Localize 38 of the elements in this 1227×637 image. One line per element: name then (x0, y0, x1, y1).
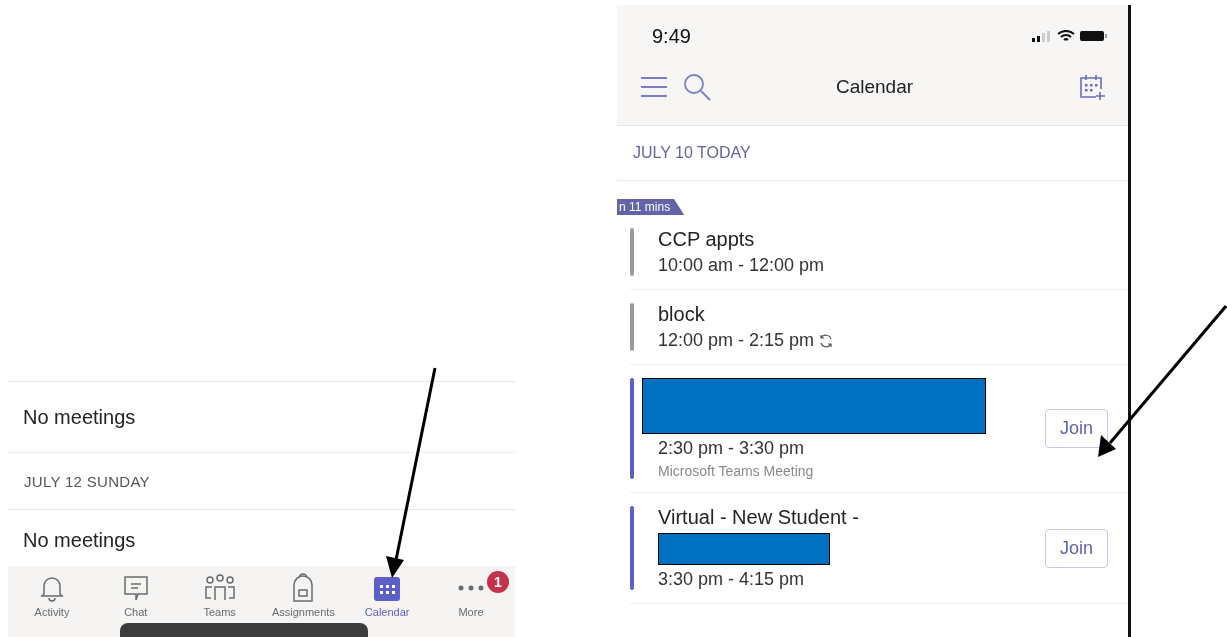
menu-icon[interactable] (641, 76, 667, 98)
event-time: 2:30 pm - 3:30 pm (658, 438, 805, 459)
event-row[interactable]: 2:30 pm - 3:30 pm Microsoft Teams Meeting Join (630, 365, 1128, 493)
empty-message: No meetings (22, 528, 137, 553)
battery-icon (1080, 30, 1108, 42)
event-time: 10:00 am - 12:00 pm (658, 255, 825, 276)
date-header: JULY 12 SUNDAY (8, 453, 515, 510)
tab-item[interactable]: Assignments (263, 572, 344, 637)
notification-badge: 1 (487, 571, 509, 593)
join-button[interactable]: Join (1044, 409, 1108, 448)
chat-icon (121, 574, 150, 602)
more-icon (456, 583, 486, 593)
event-title: block (658, 303, 706, 326)
bell-icon (39, 574, 65, 602)
date-header: JULY 10 TODAY (617, 126, 1128, 181)
tab-item[interactable]: Calendar (347, 572, 428, 637)
event-row[interactable]: CCP appts 10:00 am - 12:00 pm (630, 215, 1128, 290)
page-title: Calendar (834, 76, 915, 98)
status-time: 9:49 (652, 24, 691, 48)
calendar-icon (372, 574, 403, 602)
join-button[interactable]: Join (1044, 528, 1108, 568)
event-time: 12:00 pm - 2:15 pm (658, 330, 815, 351)
calendar-add-icon[interactable] (1078, 73, 1106, 101)
search-icon[interactable] (683, 73, 711, 101)
event-row[interactable]: Virtual - New Student - 3:30 pm - 4:15 pm Join (630, 493, 1128, 604)
time-until-badge: n 11 mins (617, 199, 685, 215)
event-title: Virtual - New Student - (658, 506, 860, 529)
event-time: 3:30 pm - 4:15 pm (658, 569, 805, 590)
event-title: CCP appts (658, 228, 756, 251)
signal-icon (1032, 30, 1052, 42)
tab-item[interactable]: Teams (179, 572, 260, 637)
wifi-icon (1057, 29, 1075, 43)
empty-message: No meetings (8, 382, 515, 453)
event-subtitle: Microsoft Teams Meeting (658, 463, 815, 479)
tab-item[interactable]: Activity (12, 572, 92, 637)
tab-item[interactable]: Chat (95, 572, 176, 637)
event-row[interactable]: block 12:00 pm - 2:15 pm (630, 290, 1128, 365)
tab-item[interactable]: 1 More (431, 572, 511, 637)
